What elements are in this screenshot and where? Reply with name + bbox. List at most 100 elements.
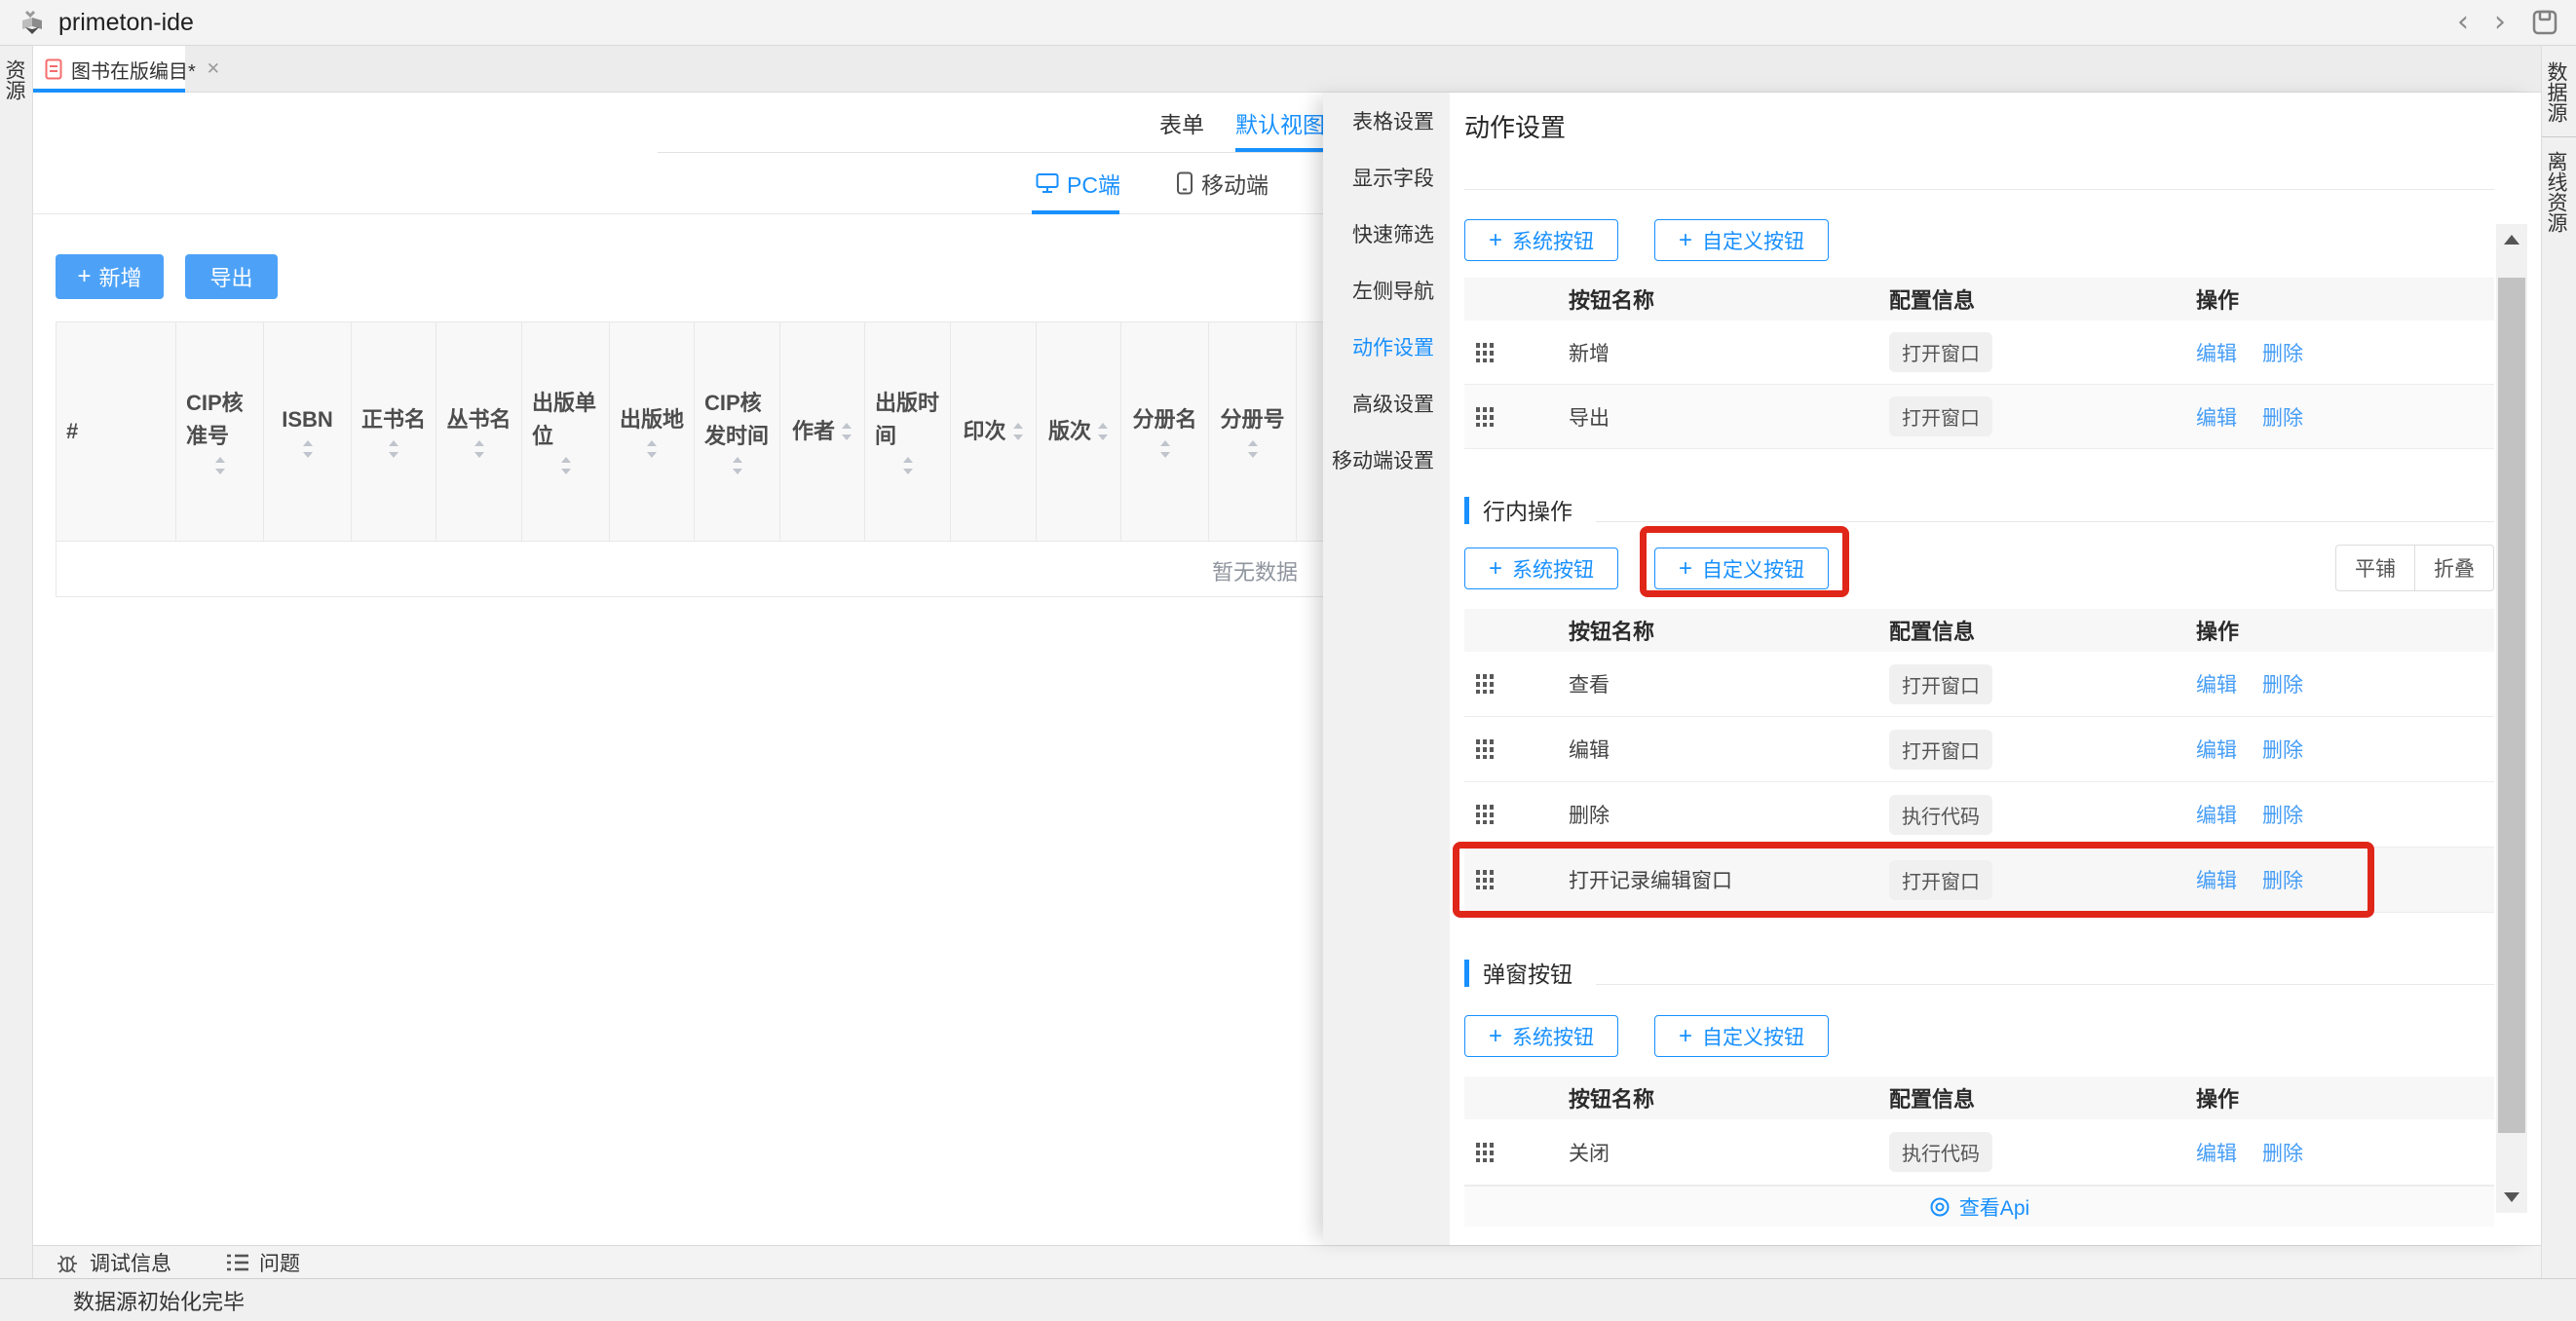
plus-icon: + — [1679, 1025, 1692, 1048]
add-button[interactable]: + 新增 — [56, 254, 164, 299]
column-header-publisher[interactable]: 出版单位 — [522, 322, 610, 541]
edit-link[interactable]: 编辑 — [2196, 669, 2237, 698]
history-back-icon[interactable]: ‹ — [2457, 8, 2469, 37]
column-header-volume-name[interactable]: 分册名 — [1121, 322, 1209, 541]
drag-handle-icon[interactable] — [1464, 1143, 1569, 1162]
tab-close-icon[interactable]: ✕ — [207, 59, 220, 79]
bug-icon — [57, 1251, 80, 1274]
export-button[interactable]: 导出 — [185, 254, 278, 299]
system-button-label: 系统按钮 — [1512, 226, 1594, 255]
nav-item-left-nav[interactable]: 左侧导航 — [1323, 262, 1450, 319]
active-device-underline — [1032, 210, 1119, 214]
edit-link[interactable]: 编辑 — [2196, 1138, 2237, 1167]
header-button-name: 按钮名称 — [1569, 283, 1889, 315]
sort-icon — [732, 455, 743, 476]
edit-link[interactable]: 编辑 — [2196, 865, 2237, 894]
delete-link[interactable]: 删除 — [2262, 402, 2303, 432]
delete-link[interactable]: 删除 — [2262, 669, 2303, 698]
config-tag: 执行代码 — [1889, 1132, 1992, 1172]
rail-item-resources[interactable]: 资源 — [0, 59, 32, 100]
scrollbar-down-icon[interactable] — [2496, 1184, 2527, 1211]
tab-form[interactable]: 表单 — [1159, 106, 1204, 139]
collapse-toggle-button[interactable]: 折叠 — [2414, 545, 2494, 591]
view-api-label: 查看Api — [1959, 1192, 2029, 1222]
column-header-publish-place[interactable]: 出版地 — [610, 322, 695, 541]
column-header-volume-no[interactable]: 分册号 — [1209, 322, 1297, 541]
edit-link[interactable]: 编辑 — [2196, 338, 2237, 367]
drag-handle-icon[interactable] — [1464, 674, 1569, 694]
system-button-add[interactable]: + 系统按钮 — [1464, 1015, 1618, 1057]
config-tag: 打开窗口 — [1889, 332, 1992, 372]
plus-icon: + — [1489, 1025, 1502, 1048]
table-header: 按钮名称 配置信息 操作 — [1464, 1076, 2494, 1119]
nav-item-quick-filter[interactable]: 快速筛选 — [1323, 206, 1450, 262]
delete-link[interactable]: 删除 — [2262, 735, 2303, 764]
tab-mobile[interactable]: 移动端 — [1176, 167, 1269, 200]
header-actions: 操作 — [2196, 1082, 2494, 1113]
layout-toggle: 平铺 折叠 — [2335, 545, 2494, 591]
column-header-author[interactable]: 作者 — [780, 322, 865, 541]
debug-info-item[interactable]: 调试信息 — [57, 1248, 171, 1277]
column-header-cip-approval-no[interactable]: CIP核准号 — [176, 322, 264, 541]
config-tag: 打开窗口 — [1889, 396, 1992, 436]
rail-item-datasource[interactable]: 数据源 — [2542, 61, 2576, 123]
empty-text: 暂无数据 — [1212, 555, 1298, 586]
custom-button-add[interactable]: + 自定义按钮 — [1654, 1015, 1829, 1057]
drag-handle-icon[interactable] — [1464, 407, 1569, 427]
table-row: 关闭 执行代码 编辑删除 — [1464, 1119, 2494, 1186]
tab-default-view[interactable]: 默认视图 — [1235, 106, 1325, 139]
status-line: 数据源初始化完毕 — [0, 1278, 2576, 1321]
section-accent-bar — [1464, 960, 1469, 987]
button-name: 新增 — [1569, 338, 1889, 367]
edit-link[interactable]: 编辑 — [2196, 402, 2237, 432]
debug-bar: 调试信息 问题 — [33, 1245, 2541, 1278]
edit-link[interactable]: 编辑 — [2196, 735, 2237, 764]
delete-link[interactable]: 删除 — [2262, 800, 2303, 829]
system-button-add[interactable]: + 系统按钮 — [1464, 547, 1618, 589]
tab-book-cip[interactable]: 图书在版编目* ✕ — [33, 46, 185, 93]
column-header-title[interactable]: 正书名 — [352, 322, 436, 541]
system-button-add[interactable]: + 系统按钮 — [1464, 219, 1618, 261]
plus-icon: + — [1679, 557, 1692, 581]
panel-title-divider — [1464, 189, 2494, 190]
inline-operations-section-header: 行内操作 — [1464, 497, 2494, 526]
sort-icon — [1012, 421, 1024, 442]
nav-item-action-settings[interactable]: 动作设置 — [1323, 319, 1450, 375]
view-api-link[interactable]: 查看Api — [1464, 1186, 2494, 1227]
tab-pc[interactable]: PC端 — [1036, 167, 1120, 200]
column-header-series-name[interactable]: 丛书名 — [436, 322, 522, 541]
tile-toggle-button[interactable]: 平铺 — [2335, 545, 2415, 591]
delete-link[interactable]: 删除 — [2262, 865, 2303, 894]
edit-link[interactable]: 编辑 — [2196, 800, 2237, 829]
rail-item-offline-resources[interactable]: 离线资源 — [2542, 151, 2576, 233]
scrollbar-thumb[interactable] — [2498, 278, 2525, 1133]
problems-item[interactable]: 问题 — [226, 1248, 300, 1277]
column-header-publish-time[interactable]: 出版时间 — [865, 322, 951, 541]
scrollbar-up-icon[interactable] — [2496, 226, 2527, 253]
panel-scrollbar[interactable] — [2496, 224, 2527, 1213]
delete-link[interactable]: 删除 — [2262, 1138, 2303, 1167]
drag-handle-icon[interactable] — [1464, 343, 1569, 362]
nav-item-table-settings[interactable]: 表格设置 — [1323, 93, 1450, 149]
nav-item-mobile-settings[interactable]: 移动端设置 — [1323, 432, 1450, 488]
column-header-isbn[interactable]: ISBN — [264, 322, 352, 541]
history-forward-icon[interactable]: › — [2494, 8, 2506, 37]
custom-button-add[interactable]: + 自定义按钮 — [1654, 219, 1829, 261]
column-header-cip-issue-time[interactable]: CIP核发时间 — [695, 322, 780, 541]
editor-tab-strip: 图书在版编目* ✕ — [33, 46, 2541, 93]
custom-button-label: 自定义按钮 — [1702, 1022, 1804, 1051]
custom-button-add[interactable]: + 自定义按钮 — [1654, 547, 1829, 589]
delete-link[interactable]: 删除 — [2262, 338, 2303, 367]
drag-handle-icon[interactable] — [1464, 870, 1569, 889]
header-actions: 操作 — [2196, 283, 2494, 315]
column-header-edition-no[interactable]: 版次 — [1037, 322, 1121, 541]
drag-handle-icon[interactable] — [1464, 739, 1569, 759]
save-icon[interactable] — [2531, 9, 2558, 36]
plus-icon: + — [77, 265, 91, 288]
drag-handle-icon[interactable] — [1464, 805, 1569, 824]
custom-button-label: 自定义按钮 — [1702, 226, 1804, 255]
nav-item-advanced-settings[interactable]: 高级设置 — [1323, 375, 1450, 432]
nav-item-display-fields[interactable]: 显示字段 — [1323, 149, 1450, 206]
column-header-print-no[interactable]: 印次 — [951, 322, 1037, 541]
sort-icon — [646, 438, 658, 460]
